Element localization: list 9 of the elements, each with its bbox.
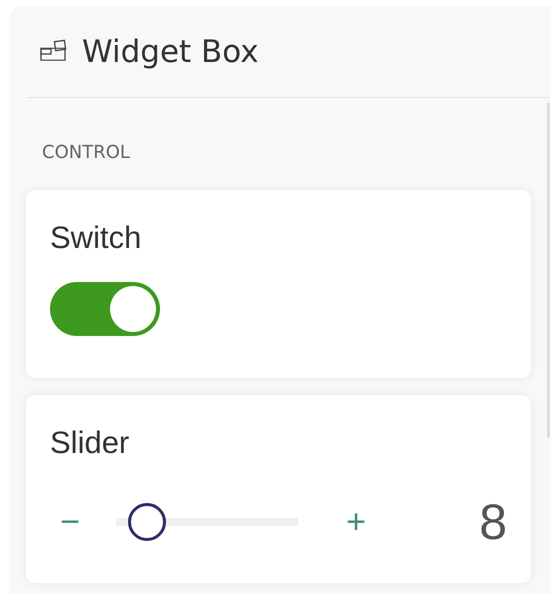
decrement-button[interactable]: − bbox=[50, 502, 90, 542]
increment-button[interactable]: + bbox=[336, 502, 376, 542]
toggle-switch[interactable] bbox=[50, 282, 160, 336]
section-heading: CONTROL bbox=[41, 141, 131, 165]
slider-thumb[interactable] bbox=[128, 503, 166, 541]
slider-value: 8 bbox=[479, 493, 507, 551]
panel-title: Widget Box bbox=[82, 34, 259, 70]
widget-label: Slider bbox=[50, 425, 130, 461]
widget-label: Switch bbox=[50, 220, 142, 256]
